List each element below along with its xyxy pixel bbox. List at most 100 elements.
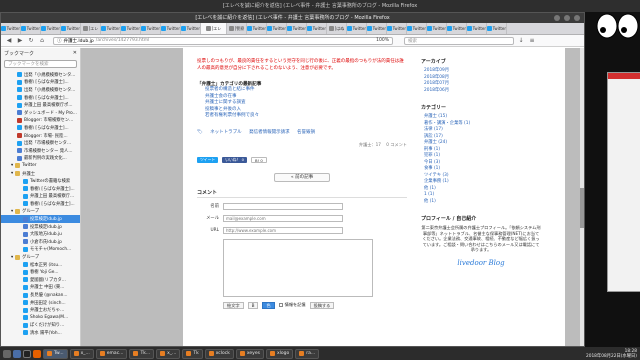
- bookmark-item[interactable]: 投票検定ldub.jp: [1, 215, 80, 223]
- bookmark-item[interactable]: 出発「小規模検察センタ...: [1, 86, 80, 94]
- taskbar-task[interactable]: ra...: [295, 348, 320, 359]
- home-icon[interactable]: ⌂: [38, 37, 46, 45]
- reload-icon[interactable]: ↻: [27, 37, 35, 45]
- browser-tab[interactable]: Twitter: [101, 23, 121, 34]
- browser-tab[interactable]: Twitter: [367, 23, 387, 34]
- folder-toggle-icon[interactable]: ▾: [11, 171, 13, 176]
- browser-tab[interactable]: [エレ: [201, 23, 227, 34]
- browser-tab[interactable]: Twitter: [21, 23, 41, 34]
- tag-link[interactable]: 名誉毀損: [297, 130, 315, 135]
- terminal-icon[interactable]: [23, 349, 31, 358]
- livedoor-blog-logo[interactable]: livedoor Blog: [421, 259, 541, 267]
- bookmark-search-input[interactable]: ブックマークを検索: [4, 60, 77, 68]
- bookmark-item[interactable]: 弁護上田 最高検察庁ポ...: [1, 101, 80, 109]
- maximize-button[interactable]: [564, 15, 570, 21]
- bookmark-item[interactable]: 春樹\ [らばな弁護士]...: [1, 124, 80, 132]
- bookmark-item[interactable]: 出発「市場検察センタ...: [1, 139, 80, 147]
- archive-link[interactable]: 2018年06月: [424, 88, 541, 95]
- taskbar-task[interactable]: x_...: [69, 348, 94, 359]
- taskbar-task[interactable]: Tk...: [129, 348, 155, 359]
- browser-tab[interactable]: Twitter: [447, 23, 467, 34]
- emoji-button[interactable]: 絵文字: [223, 301, 244, 309]
- firefox-launcher-icon[interactable]: [33, 349, 41, 358]
- tweet-button[interactable]: ツイート: [197, 156, 219, 163]
- taskbar-task[interactable]: xclock: [204, 348, 234, 359]
- bookmark-folder[interactable]: ▾ 弁護士: [1, 170, 80, 178]
- folder-toggle-icon[interactable]: ▾: [11, 163, 13, 168]
- sidebar-title[interactable]: ブックマーク: [4, 50, 34, 57]
- bookmark-item[interactable]: 弁護士 中田 (東...: [1, 284, 80, 292]
- bookmark-item[interactable]: 出発「小規模検察センタ...: [1, 71, 80, 79]
- folder-toggle-icon[interactable]: ▾: [11, 209, 13, 214]
- mail-field[interactable]: [223, 214, 343, 222]
- browser-tab[interactable]: Twitter: [487, 23, 507, 34]
- bookmark-item[interactable]: Blogger: 市場- 民陸...: [1, 132, 80, 140]
- taskbar-task[interactable]: x_...: [156, 348, 181, 359]
- back-icon[interactable]: ◀: [5, 37, 13, 45]
- bookmark-item[interactable]: 井田田淀 (sinch...: [1, 299, 80, 307]
- background-window[interactable]: [607, 72, 640, 292]
- clock[interactable]: 18:28 2018年08月22日(水曜日): [586, 349, 637, 359]
- remember-checkbox[interactable]: 情報を記憶: [278, 302, 306, 308]
- browser-tab[interactable]: Twitter: [141, 23, 161, 34]
- close-button[interactable]: [574, 15, 580, 21]
- folder-toggle-icon[interactable]: ▾: [11, 255, 13, 260]
- taskbar-task[interactable]: xlogo: [265, 348, 294, 359]
- bookmark-folder[interactable]: ▾ Twitter: [1, 162, 80, 170]
- facebook-like-button[interactable]: いいね！ 0: [222, 156, 247, 163]
- start-menu-icon[interactable]: [3, 349, 11, 358]
- browser-tab[interactable]: Twitter: [407, 23, 427, 34]
- bookmark-item[interactable]: 小倉市氏ldub.jp: [1, 238, 80, 246]
- browser-tab[interactable]: Twitter: [267, 23, 287, 34]
- bookmark-item[interactable]: 投票検定ldub.jp: [1, 223, 80, 231]
- bookmark-folder[interactable]: ▾ グループ: [1, 208, 80, 216]
- bookmark-item[interactable]: 春樹\ [らばな弁護士]...: [1, 94, 80, 102]
- scrollbar-thumb[interactable]: [580, 188, 584, 228]
- bookmark-item[interactable]: 清水 陽平(Yoh...: [1, 329, 80, 337]
- browser-tab[interactable]: Twitter: [287, 23, 307, 34]
- author-link[interactable]: 弁護士：17: [359, 142, 381, 147]
- browser-tab[interactable]: Twitter: [121, 23, 141, 34]
- bookmark-item[interactable]: ぼくだけが知り...: [1, 322, 80, 330]
- bookmark-folder[interactable]: ▾ グループ: [1, 253, 80, 261]
- browser-tab[interactable]: Twitter: [161, 23, 181, 34]
- bookmark-item[interactable]: 松本正男 (itsu...: [1, 261, 80, 269]
- comment-count-link[interactable]: 0 コメント: [386, 142, 407, 147]
- bookmark-item[interactable]: Twitterの書籍な検索: [1, 177, 80, 185]
- related-article-link[interactable]: 投票者の構造と結に事件: [205, 87, 407, 94]
- browser-tab[interactable]: Twitter: [181, 23, 201, 34]
- name-field[interactable]: [223, 202, 343, 210]
- bookmark-item[interactable]: Blogger: 市場検察セン...: [1, 117, 80, 125]
- bookmark-item[interactable]: 春樹 Yoji Ge...: [1, 268, 80, 276]
- tag-link[interactable]: ネットトラブル: [210, 130, 242, 135]
- browser-tab[interactable]: Twitter: [427, 23, 447, 34]
- browser-tab[interactable]: Twitter: [61, 23, 81, 34]
- comment-textarea[interactable]: [223, 238, 373, 297]
- browser-tab[interactable]: Twitter: [41, 23, 61, 34]
- browser-tab[interactable]: Twitter: [387, 23, 407, 34]
- bookmark-item[interactable]: 弁護士おだちゃ...: [1, 306, 80, 314]
- bookmark-item[interactable]: 春樹\ [らばな弁護士]...: [1, 185, 80, 193]
- bookmark-item[interactable]: Shoko Egawa(M...: [1, 314, 80, 322]
- previous-article-button[interactable]: « 前の記事: [274, 172, 330, 182]
- browser-tab[interactable]: Twitter: [1, 23, 21, 34]
- page-scrollbar[interactable]: [580, 48, 584, 346]
- tag-link[interactable]: 発信者情報開示請求: [249, 130, 290, 135]
- forward-icon[interactable]: ▶: [16, 37, 24, 45]
- download-icon[interactable]: ↓: [517, 37, 525, 45]
- bold-button[interactable]: B: [247, 301, 259, 309]
- url-field[interactable]: [223, 226, 343, 234]
- minimize-button[interactable]: [554, 15, 560, 21]
- bookmark-item[interactable]: 最新判例の実践文化...: [1, 155, 80, 163]
- close-icon[interactable]: ✕: [73, 50, 77, 56]
- bookmark-item[interactable]: 市場検察センター 発人...: [1, 147, 80, 155]
- taskbar-task[interactable]: Tw...: [43, 348, 68, 359]
- bookmark-item[interactable]: ダッシュボード - My Pro...: [1, 109, 80, 117]
- bookmark-item[interactable]: 長見優 (@nakan...: [1, 291, 80, 299]
- url-bar[interactable]: ⓘ 弁護士.ldub.jp /archives/1427793.html 100…: [53, 36, 393, 45]
- bookmark-item[interactable]: 春樹\ [らばな弁護士]...: [1, 200, 80, 208]
- related-article-link[interactable]: 若者有権利票付事例で良々: [205, 113, 407, 120]
- browser-tab[interactable]: Twitter: [307, 23, 327, 34]
- submit-button[interactable]: 投稿する: [309, 301, 335, 309]
- color-button[interactable]: 色: [262, 301, 275, 309]
